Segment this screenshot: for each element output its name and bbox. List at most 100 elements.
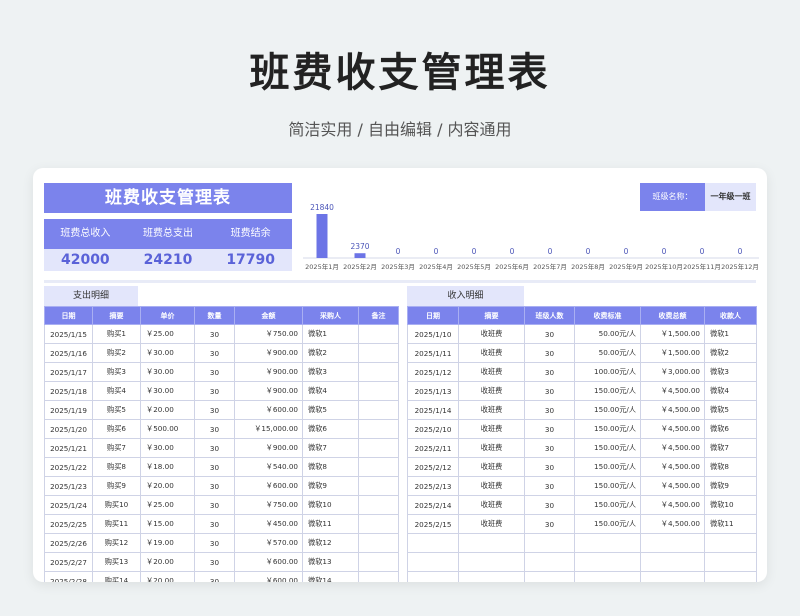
income-cell[interactable]: 150.00元/人 [574, 400, 641, 420]
expense-cell[interactable]: 购买1 [92, 324, 141, 344]
expense-cell[interactable]: 购买4 [92, 381, 141, 401]
income-cell[interactable]: 30 [524, 438, 575, 458]
income-cell[interactable]: 微软11 [704, 514, 757, 534]
income-cell[interactable]: ￥4,500.00 [640, 419, 705, 439]
expense-cell[interactable]: 30 [194, 552, 235, 572]
income-cell[interactable] [407, 571, 459, 582]
expense-cell[interactable]: 购买13 [92, 552, 141, 572]
income-cell[interactable]: 30 [524, 457, 575, 477]
income-cell[interactable]: 收班费 [458, 343, 525, 363]
expense-cell[interactable]: 2025/1/17 [44, 362, 93, 382]
expense-cell[interactable]: 购买10 [92, 495, 141, 515]
expense-cell[interactable]: 30 [194, 343, 235, 363]
expense-cell[interactable] [358, 419, 399, 439]
expense-cell[interactable]: ￥750.00 [234, 495, 303, 515]
income-cell[interactable]: 30 [524, 343, 575, 363]
income-cell[interactable]: 150.00元/人 [574, 495, 641, 515]
income-cell[interactable] [407, 533, 459, 553]
expense-cell[interactable]: 购买7 [92, 438, 141, 458]
expense-cell[interactable] [358, 533, 399, 553]
income-cell[interactable]: 收班费 [458, 381, 525, 401]
expense-cell[interactable] [358, 438, 399, 458]
expense-cell[interactable]: ￥15,000.00 [234, 419, 303, 439]
income-cell[interactable]: 2025/2/15 [407, 514, 459, 534]
income-cell[interactable]: ￥1,500.00 [640, 324, 705, 344]
expense-cell[interactable]: ￥600.00 [234, 571, 303, 582]
expense-cell[interactable]: 微软3 [302, 362, 359, 382]
income-cell[interactable] [458, 571, 525, 582]
income-cell[interactable]: 微软10 [704, 495, 757, 515]
income-cell[interactable]: 150.00元/人 [574, 514, 641, 534]
expense-cell[interactable]: 微软13 [302, 552, 359, 572]
income-cell[interactable] [524, 571, 575, 582]
expense-cell[interactable]: ￥30.00 [140, 381, 195, 401]
expense-cell[interactable] [358, 495, 399, 515]
expense-cell[interactable]: ￥18.00 [140, 457, 195, 477]
income-cell[interactable]: 2025/1/14 [407, 400, 459, 420]
income-cell[interactable]: 2025/2/12 [407, 457, 459, 477]
income-cell[interactable]: 收班费 [458, 438, 525, 458]
expense-cell[interactable]: 30 [194, 381, 235, 401]
expense-cell[interactable]: 30 [194, 495, 235, 515]
income-cell[interactable]: 微软7 [704, 438, 757, 458]
expense-cell[interactable]: 微软2 [302, 343, 359, 363]
income-cell[interactable] [640, 533, 705, 553]
expense-cell[interactable]: 微软9 [302, 476, 359, 496]
expense-cell[interactable]: ￥15.00 [140, 514, 195, 534]
income-cell[interactable]: 150.00元/人 [574, 438, 641, 458]
income-cell[interactable] [407, 552, 459, 572]
income-cell[interactable] [574, 552, 641, 572]
expense-cell[interactable]: ￥20.00 [140, 400, 195, 420]
income-cell[interactable] [574, 571, 641, 582]
expense-cell[interactable]: 购买9 [92, 476, 141, 496]
income-cell[interactable]: 2025/2/13 [407, 476, 459, 496]
expense-cell[interactable]: 购买5 [92, 400, 141, 420]
expense-cell[interactable]: 30 [194, 457, 235, 477]
expense-cell[interactable]: 30 [194, 533, 235, 553]
expense-cell[interactable]: 微软7 [302, 438, 359, 458]
expense-cell[interactable] [358, 343, 399, 363]
expense-cell[interactable]: ￥25.00 [140, 495, 195, 515]
income-cell[interactable]: 30 [524, 514, 575, 534]
income-cell[interactable]: 150.00元/人 [574, 381, 641, 401]
expense-cell[interactable]: ￥450.00 [234, 514, 303, 534]
expense-cell[interactable]: ￥750.00 [234, 324, 303, 344]
expense-cell[interactable] [358, 324, 399, 344]
income-cell[interactable]: 150.00元/人 [574, 419, 641, 439]
income-cell[interactable]: 收班费 [458, 457, 525, 477]
expense-cell[interactable]: 30 [194, 438, 235, 458]
income-cell[interactable]: 微软3 [704, 362, 757, 382]
expense-cell[interactable] [358, 381, 399, 401]
expense-cell[interactable]: 2025/1/20 [44, 419, 93, 439]
expense-cell[interactable]: 购买11 [92, 514, 141, 534]
expense-cell[interactable]: ￥570.00 [234, 533, 303, 553]
expense-cell[interactable]: ￥600.00 [234, 476, 303, 496]
expense-cell[interactable]: 微软8 [302, 457, 359, 477]
expense-cell[interactable] [358, 514, 399, 534]
income-cell[interactable]: 微软2 [704, 343, 757, 363]
expense-cell[interactable]: ￥540.00 [234, 457, 303, 477]
income-cell[interactable]: 30 [524, 400, 575, 420]
expense-cell[interactable]: 30 [194, 476, 235, 496]
expense-cell[interactable]: 购买3 [92, 362, 141, 382]
income-cell[interactable]: 收班费 [458, 324, 525, 344]
expense-cell[interactable]: 2025/1/23 [44, 476, 93, 496]
expense-cell[interactable] [358, 362, 399, 382]
expense-cell[interactable]: 2025/2/26 [44, 533, 93, 553]
income-cell[interactable]: 微软1 [704, 324, 757, 344]
expense-cell[interactable]: ￥900.00 [234, 381, 303, 401]
income-cell[interactable]: 微软5 [704, 400, 757, 420]
expense-cell[interactable]: ￥900.00 [234, 362, 303, 382]
income-cell[interactable]: 2025/1/11 [407, 343, 459, 363]
income-cell[interactable]: ￥4,500.00 [640, 381, 705, 401]
income-cell[interactable]: 收班费 [458, 514, 525, 534]
expense-cell[interactable] [358, 571, 399, 582]
income-cell[interactable]: 2025/2/14 [407, 495, 459, 515]
expense-cell[interactable]: 30 [194, 362, 235, 382]
income-cell[interactable]: ￥3,000.00 [640, 362, 705, 382]
expense-cell[interactable]: 2025/1/24 [44, 495, 93, 515]
income-cell[interactable]: 150.00元/人 [574, 457, 641, 477]
income-cell[interactable]: 收班费 [458, 419, 525, 439]
expense-cell[interactable]: 30 [194, 571, 235, 582]
expense-cell[interactable]: 30 [194, 400, 235, 420]
